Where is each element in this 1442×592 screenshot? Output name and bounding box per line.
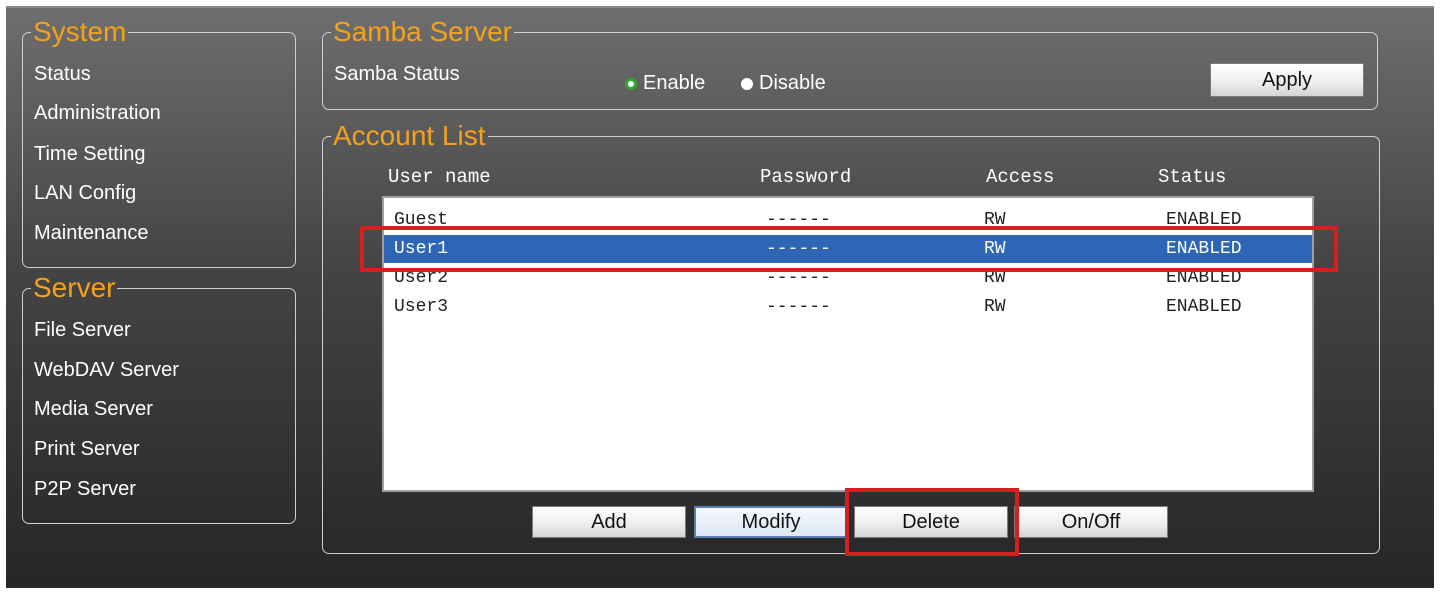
samba-status-label: Samba Status — [334, 63, 460, 85]
column-header-access: Access — [986, 166, 1055, 188]
cell-access: RW — [984, 210, 1006, 230]
account-row[interactable]: Guest ------ RW ENABLED — [384, 206, 1312, 234]
samba-legend: Samba Server — [333, 16, 512, 47]
cell-user: Guest — [394, 210, 449, 230]
disable-radio[interactable]: Disable — [741, 72, 826, 95]
cell-user: User2 — [394, 268, 449, 288]
cell-user: User1 — [394, 239, 449, 259]
enable-radio[interactable]: Enable — [625, 72, 705, 95]
cell-access: RW — [984, 268, 1006, 288]
disable-radio-label: Disable — [759, 72, 826, 94]
cell-password: ------ — [766, 210, 831, 230]
nav-administration[interactable]: Administration — [34, 102, 161, 125]
server-legend: Server — [33, 272, 116, 303]
cell-status: ENABLED — [1166, 268, 1242, 288]
account-row-selected[interactable]: User1 ------ RW ENABLED — [384, 235, 1312, 263]
nav-media-server[interactable]: Media Server — [34, 398, 153, 421]
modify-button[interactable]: Modify — [694, 506, 848, 538]
nav-lan-config[interactable]: LAN Config — [34, 182, 136, 205]
onoff-button[interactable]: On/Off — [1014, 506, 1168, 538]
cell-status: ENABLED — [1166, 239, 1242, 259]
account-listbox[interactable]: Guest ------ RW ENABLED User1 ------ RW … — [382, 196, 1314, 492]
nav-status[interactable]: Status — [34, 63, 91, 86]
cell-status: ENABLED — [1166, 297, 1242, 317]
nav-file-server[interactable]: File Server — [34, 319, 131, 342]
system-legend: System — [33, 16, 127, 47]
cell-user: User3 — [394, 297, 449, 317]
radio-checked-icon — [625, 77, 637, 90]
enable-radio-label: Enable — [643, 72, 706, 94]
account-list-legend: Account List — [333, 120, 486, 151]
account-row[interactable]: User3 ------ RW ENABLED — [384, 293, 1312, 321]
radio-unchecked-icon — [741, 77, 753, 90]
apply-button[interactable]: Apply — [1210, 63, 1364, 97]
column-header-user-name: User name — [388, 166, 491, 188]
nav-print-server[interactable]: Print Server — [34, 438, 140, 461]
delete-button[interactable]: Delete — [854, 506, 1008, 538]
nav-maintenance[interactable]: Maintenance — [34, 222, 149, 245]
nav-time-setting[interactable]: Time Setting — [34, 143, 146, 166]
cell-access: RW — [984, 239, 1006, 259]
cell-password: ------ — [766, 297, 831, 317]
cell-password: ------ — [766, 239, 831, 259]
add-button[interactable]: Add — [532, 506, 686, 538]
cell-access: RW — [984, 297, 1006, 317]
nav-p2p-server[interactable]: P2P Server — [34, 478, 136, 501]
column-header-password: Password — [760, 166, 852, 188]
cell-password: ------ — [766, 268, 831, 288]
nav-webdav-server[interactable]: WebDAV Server — [34, 359, 179, 382]
column-header-status: Status — [1158, 166, 1227, 188]
account-row[interactable]: User2 ------ RW ENABLED — [384, 264, 1312, 292]
cell-status: ENABLED — [1166, 210, 1242, 230]
